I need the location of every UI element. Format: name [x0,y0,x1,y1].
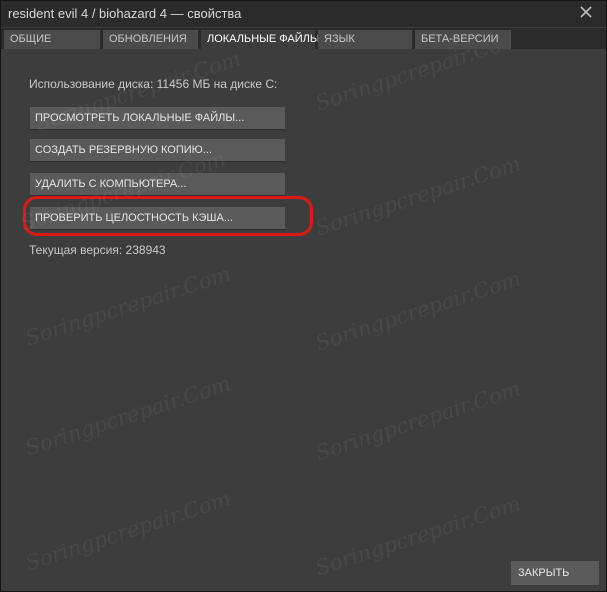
tab-local-files[interactable]: ЛОКАЛЬНЫЕ ФАЙЛЫ [201,30,320,49]
close-button[interactable]: ЗАКРЫТЬ [511,561,599,585]
tab-updates[interactable]: ОБНОВЛЕНИЯ [103,30,198,49]
tab-bar: ОБЩИЕ ОБНОВЛЕНИЯ ЛОКАЛЬНЫЕ ФАЙЛЫ ЯЗЫК БЕ… [1,28,606,49]
current-version-text: Текущая версия: 238943 [29,243,166,257]
tab-beta[interactable]: БЕТА-ВЕРСИИ [415,30,511,49]
title-bar: resident evil 4 / biohazard 4 — свойства [1,1,606,27]
properties-window: resident evil 4 / biohazard 4 — свойства… [0,0,607,592]
tab-language[interactable]: ЯЗЫК [318,30,412,49]
tab-general[interactable]: ОБЩИЕ [4,30,100,49]
browse-local-files-button[interactable]: ПРОСМОТРЕТЬ ЛОКАЛЬНЫЕ ФАЙЛЫ... [30,107,285,130]
close-icon[interactable] [578,4,594,20]
disk-usage-text: Использование диска: 11456 МБ на диске C… [29,77,278,91]
footer: ЗАКРЫТЬ [1,549,606,591]
highlight-annotation [23,196,313,236]
local-files-panel: Использование диска: 11456 МБ на диске C… [1,49,606,549]
delete-local-content-button[interactable]: УДАЛИТЬ С КОМПЬЮТЕРА... [30,173,285,196]
window-title: resident evil 4 / biohazard 4 — свойства [8,6,242,21]
backup-game-files-button[interactable]: СОЗДАТЬ РЕЗЕРВНУЮ КОПИЮ... [30,139,285,162]
